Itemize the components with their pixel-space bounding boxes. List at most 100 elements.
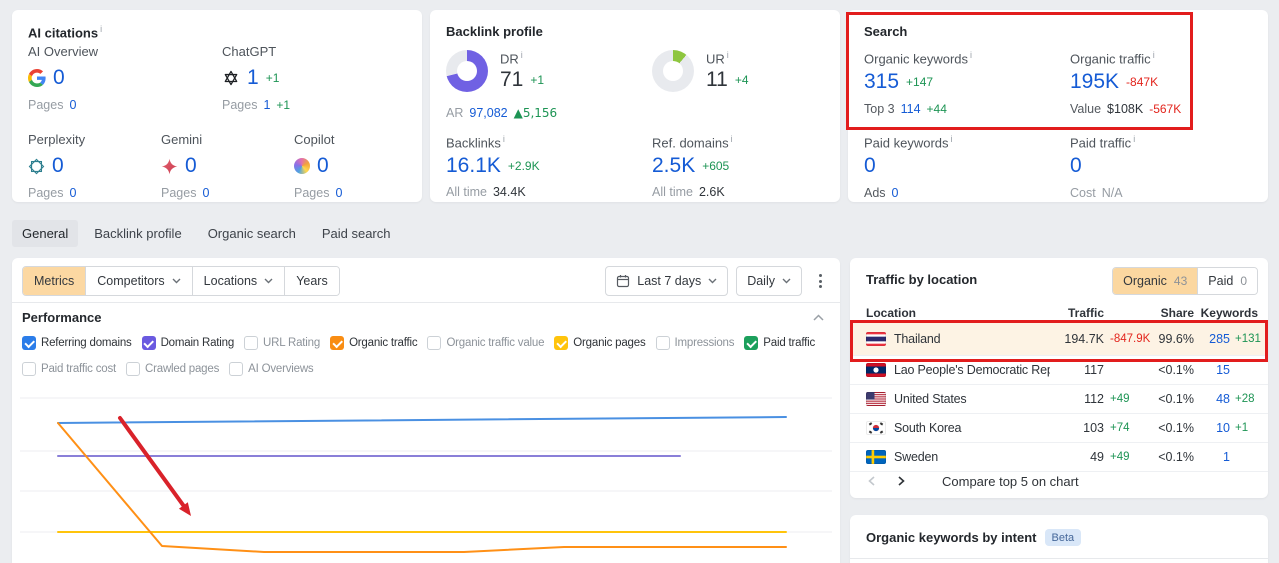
info-icon[interactable]: i	[970, 50, 972, 60]
next-page-button[interactable]	[890, 470, 912, 492]
date-range-button[interactable]: Last 7 days	[605, 266, 729, 296]
chevron-down-icon	[782, 278, 791, 284]
pages-count[interactable]: 0	[69, 186, 76, 200]
ur-metric: UR i 11 +4	[706, 50, 749, 92]
info-icon[interactable]: i	[951, 134, 953, 144]
keywords-count[interactable]: 15	[1194, 363, 1230, 377]
tab-organic-search[interactable]: Organic search	[198, 220, 306, 247]
divider	[850, 558, 1268, 559]
keywords-count[interactable]: 285	[1194, 332, 1230, 346]
paid-keywords-value[interactable]: 0	[864, 154, 876, 178]
backlinks-value[interactable]: 16.1K	[446, 154, 501, 178]
info-icon[interactable]: i	[727, 50, 729, 60]
tab-paid-search[interactable]: Paid search	[312, 220, 401, 247]
organic-keywords-value[interactable]: 315	[864, 70, 899, 94]
gemini-metric: Gemini 0 Pages 0	[161, 132, 210, 200]
ur-value: 11	[706, 68, 728, 92]
ref-domains-value[interactable]: 2.5K	[652, 154, 695, 178]
organic-traffic-value[interactable]: 195K	[1070, 70, 1119, 94]
gemini-icon	[161, 158, 178, 175]
granularity-button[interactable]: Daily	[736, 266, 802, 296]
search-title: Search	[864, 24, 908, 39]
flag-thailand-icon	[866, 332, 886, 346]
table-header-row: Location Traffic Share Keywords	[850, 302, 1268, 323]
checkbox-organic-traffic-value[interactable]: Organic traffic value	[427, 336, 544, 350]
table-row-thailand[interactable]: Thailand 194.7K -847.9K 99.6% 285 +131	[850, 323, 1268, 356]
compare-top5-link[interactable]: Compare top 5 on chart	[942, 474, 1079, 489]
checkbox-crawled-pages[interactable]: Crawled pages	[126, 362, 219, 376]
checkbox-referring-domains[interactable]: Referring domains	[22, 336, 132, 350]
prev-page-button[interactable]	[860, 470, 882, 492]
table-row-laos[interactable]: Lao People's Democratic Rep 117 <0.1% 15	[850, 356, 1268, 385]
section-tabs: General Backlink profile Organic search …	[12, 220, 401, 247]
flag-united-states-icon	[866, 392, 886, 406]
checkbox-organic-pages[interactable]: Organic pages	[554, 336, 646, 350]
tab-general[interactable]: General	[12, 220, 79, 247]
toggle-organic[interactable]: Organic 43	[1113, 268, 1198, 294]
pages-count[interactable]: 1	[263, 98, 270, 112]
backlink-profile-card: Backlink profile DR i 71 +1 AR 97,082 ▲5,1…	[430, 10, 840, 202]
gemini-count[interactable]: 0	[185, 154, 197, 178]
chevron-down-icon	[264, 278, 273, 284]
ai-overview-count[interactable]: 0	[53, 66, 65, 90]
checkbox-paid-traffic-cost[interactable]: Paid traffic cost	[22, 362, 116, 376]
date-controls: Last 7 days Daily	[605, 266, 830, 296]
keywords-by-intent-title: Organic keywords by intent	[866, 530, 1037, 545]
checkbox-organic-traffic[interactable]: Organic traffic	[330, 336, 418, 350]
ar-value[interactable]: 97,082	[469, 106, 507, 120]
checkbox-paid-traffic[interactable]: Paid traffic	[744, 336, 815, 350]
table-row-sweden[interactable]: Sweden 49 +49 <0.1% 1	[850, 443, 1268, 472]
pages-count[interactable]: 0	[69, 98, 76, 112]
flag-sweden-icon	[866, 450, 886, 464]
top3-count[interactable]: 114	[901, 102, 921, 116]
ai-overview-metric: AI Overview 0 Pages 0	[28, 44, 99, 112]
copilot-count[interactable]: 0	[317, 154, 329, 178]
tab-backlink-profile[interactable]: Backlink profile	[84, 220, 191, 247]
keywords-count[interactable]: 48	[1194, 392, 1230, 406]
search-card: Search Organic keywords i 315 +147 Top 3 11…	[848, 10, 1268, 202]
checkbox-impressions[interactable]: Impressions	[655, 336, 734, 350]
years-filter-button[interactable]: Years	[285, 267, 339, 295]
competitors-filter-button[interactable]: Competitors	[86, 267, 193, 295]
traffic-by-location-title: Traffic by location	[866, 272, 978, 287]
performance-card: Metrics Competitors Locations Years Last…	[12, 258, 840, 563]
perplexity-count[interactable]: 0	[52, 154, 64, 178]
paid-traffic-value[interactable]: 0	[1070, 154, 1082, 178]
dr-value: 71	[500, 68, 524, 92]
chart-series-referring-domains	[57, 416, 787, 424]
chatgpt-count[interactable]: 1	[247, 66, 259, 90]
pages-count[interactable]: 0	[335, 186, 342, 200]
checkbox-url-rating[interactable]: URL Rating	[244, 336, 320, 350]
locations-filter-button[interactable]: Locations	[192, 267, 286, 295]
ads-count[interactable]: 0	[892, 186, 899, 200]
keywords-by-intent-card: Organic keywords by intent Beta	[850, 515, 1268, 563]
metrics-filter-button[interactable]: Metrics	[23, 267, 87, 295]
info-icon[interactable]: i	[503, 134, 505, 144]
table-row-united-states[interactable]: United States 112 +49 <0.1% 48 +28	[850, 385, 1268, 414]
ai-citations-card: AI citations i AI Overview 0 Pages 0 ChatG…	[12, 10, 422, 202]
divider	[12, 302, 840, 303]
organic-paid-toggle: Organic 43 Paid 0	[1112, 267, 1258, 295]
dr-donut-chart	[446, 50, 488, 92]
info-icon[interactable]: i	[731, 134, 733, 144]
beta-badge: Beta	[1044, 529, 1082, 546]
info-icon[interactable]: i	[521, 50, 523, 60]
table-row-south-korea[interactable]: South Korea 103 +74 <0.1% 10 +1	[850, 414, 1268, 443]
checkbox-domain-rating[interactable]: Domain Rating	[141, 336, 234, 350]
info-icon[interactable]: i	[100, 24, 102, 34]
ar-row: AR 97,082 ▲5,156	[446, 106, 558, 120]
checkbox-ai-overviews[interactable]: AI Overviews	[229, 362, 314, 376]
ur-donut-chart	[652, 50, 694, 92]
keywords-count[interactable]: 10	[1194, 421, 1230, 435]
info-icon[interactable]: i	[1133, 134, 1135, 144]
toggle-paid[interactable]: Paid 0	[1197, 268, 1257, 294]
kebab-menu-icon[interactable]	[810, 267, 830, 295]
metric-checkbox-row-2: Paid traffic cost Crawled pages AI Overv…	[22, 362, 314, 376]
metric-checkbox-row-1: Referring domains Domain Rating URL Rati…	[22, 336, 815, 350]
perplexity-icon	[28, 158, 45, 175]
pages-count[interactable]: 0	[202, 186, 209, 200]
keywords-count[interactable]: 1	[1194, 450, 1230, 464]
collapse-chevron-up-icon[interactable]	[813, 314, 824, 321]
organic-traffic-metric: Organic traffic i 195K -847K Value $108K -56…	[1070, 50, 1182, 117]
info-icon[interactable]: i	[1153, 50, 1155, 60]
